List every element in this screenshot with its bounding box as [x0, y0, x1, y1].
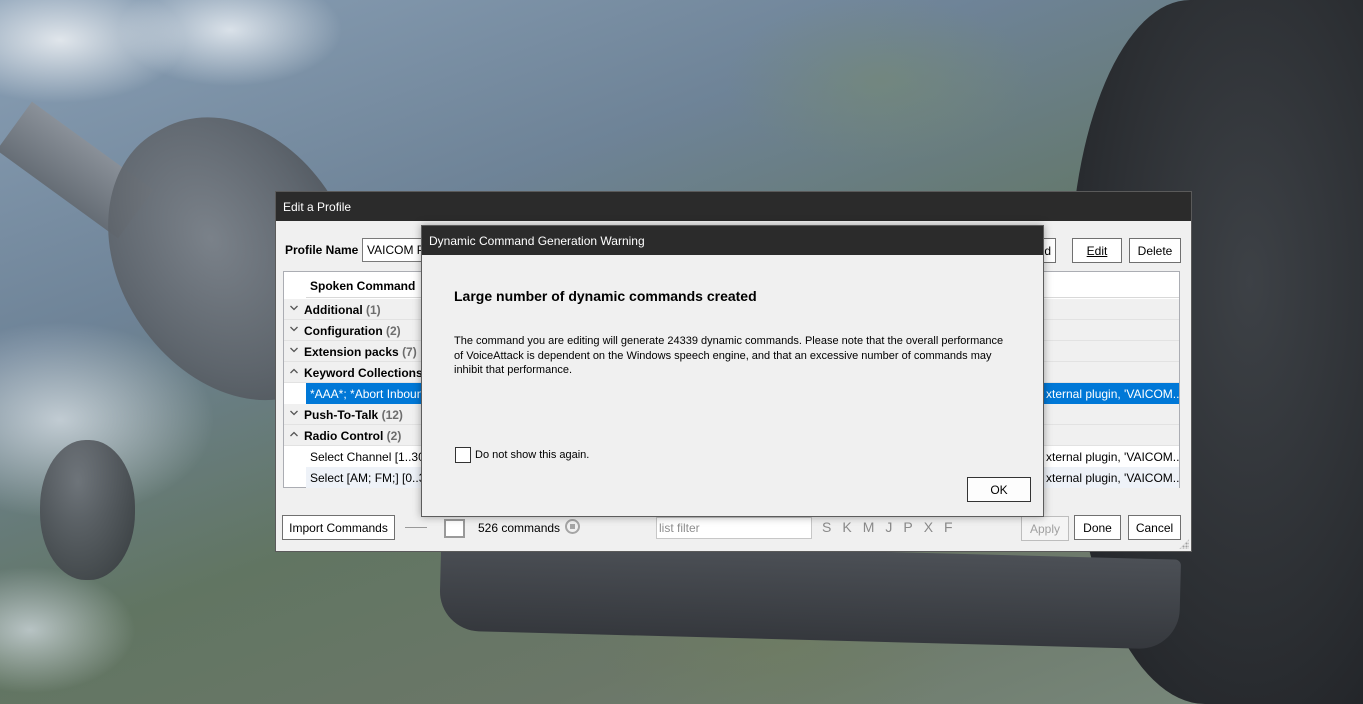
command-label: *AAA*; *Abort Inbound [310, 387, 431, 401]
command-description: xternal plugin, 'VAICOM... [1046, 450, 1179, 464]
ok-button-label: OK [990, 482, 1008, 497]
window-title: Edit a Profile [276, 192, 1191, 221]
dynamic-command-warning-dialog: Dynamic Command Generation Warning Large… [421, 225, 1044, 517]
group-label: Keyword Collections [304, 366, 423, 380]
chevron-down-icon[interactable] [290, 409, 298, 417]
wallpaper-fuel-tank [40, 440, 135, 580]
resize-grip-icon[interactable] [1179, 539, 1189, 549]
done-button-label: Done [1083, 520, 1112, 535]
command-label: Select Channel [1..30] [310, 450, 429, 464]
group-count: (2) [386, 429, 402, 443]
filter-letter-j[interactable]: J [885, 519, 892, 535]
done-button[interactable]: Done [1074, 515, 1121, 540]
ok-button[interactable]: OK [967, 477, 1031, 502]
toggle-box-icon[interactable] [444, 519, 465, 538]
group-count: (7) [402, 345, 417, 359]
dialog-title: Dynamic Command Generation Warning [422, 226, 1043, 255]
edit-button-label: Edit [1086, 243, 1108, 258]
group-label: Extension packs [304, 345, 399, 359]
filter-letter-p[interactable]: P [903, 519, 912, 535]
commands-count: 526 commands [478, 521, 561, 535]
delete-button[interactable]: Delete [1129, 238, 1181, 263]
slider-track[interactable] [405, 527, 427, 528]
group-label: Radio Control [304, 429, 384, 443]
cancel-button[interactable]: Cancel [1128, 515, 1181, 540]
chevron-down-icon[interactable] [290, 346, 298, 354]
group-count: (1) [366, 303, 381, 317]
import-commands-label: Import Commands [289, 520, 388, 535]
group-label: Push-To-Talk [304, 408, 379, 422]
chevron-down-icon[interactable] [290, 325, 298, 333]
filter-letter-f[interactable]: F [944, 519, 953, 535]
chevron-up-icon[interactable] [290, 430, 298, 438]
wallpaper-refuel-boom [438, 540, 1182, 650]
dialog-heading: Large number of dynamic commands created [454, 288, 757, 304]
profile-name-label: Profile Name [285, 243, 359, 257]
filter-letters: S K M J P X F [822, 519, 953, 535]
filter-letter-s[interactable]: S [822, 519, 831, 535]
group-count: (2) [386, 324, 401, 338]
do-not-show-label[interactable]: Do not show this again. [475, 449, 589, 461]
cancel-button-label: Cancel [1135, 520, 1174, 535]
command-label: Select [AM; FM;] [0..3] [ [310, 471, 436, 485]
dialog-message: The command you are editing will generat… [454, 335, 1004, 376]
edit-button[interactable]: Edit [1072, 238, 1122, 263]
command-description: xternal plugin, 'VAICOM... [1046, 471, 1179, 485]
stop-icon[interactable] [565, 519, 580, 534]
chevron-up-icon[interactable] [290, 367, 298, 375]
apply-button[interactable]: Apply [1021, 516, 1069, 541]
command-description: xternal plugin, 'VAICOM... [1046, 387, 1179, 401]
group-label: Additional [304, 303, 363, 317]
filter-letter-x[interactable]: X [924, 519, 933, 535]
filter-letter-k[interactable]: K [842, 519, 851, 535]
list-filter-input[interactable]: list filter [656, 517, 812, 539]
group-count: (12) [381, 408, 403, 422]
chevron-down-icon[interactable] [290, 304, 298, 312]
filter-letter-m[interactable]: M [863, 519, 875, 535]
do-not-show-checkbox[interactable] [455, 447, 471, 463]
delete-button-label: Delete [1137, 243, 1173, 258]
group-label: Configuration [304, 324, 383, 338]
hidden-action-button-label: d [1044, 243, 1051, 258]
apply-button-label: Apply [1029, 521, 1061, 536]
import-commands-button[interactable]: Import Commands [282, 515, 395, 540]
